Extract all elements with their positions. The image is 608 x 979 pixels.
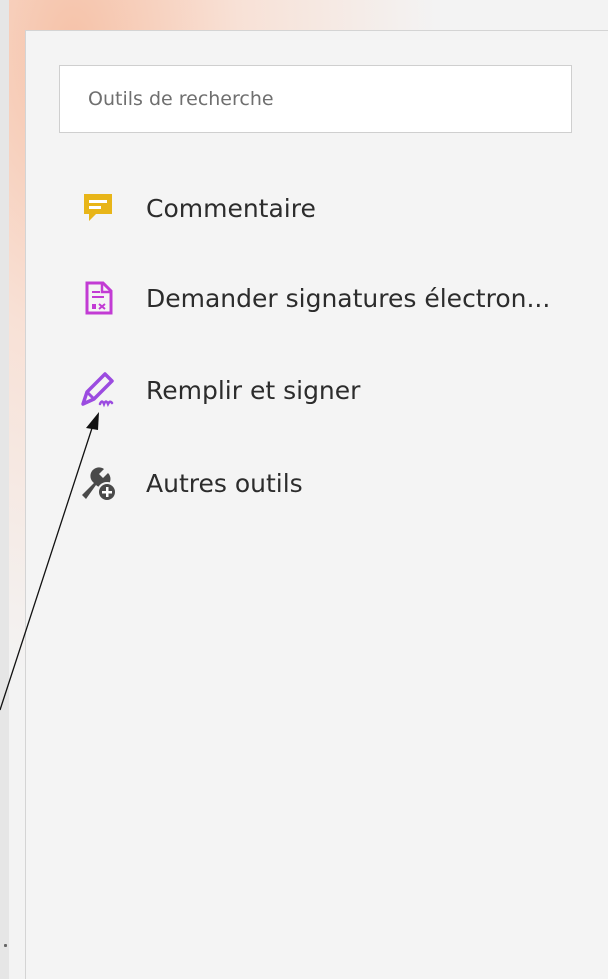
fill-sign-pen-icon	[76, 368, 120, 412]
tool-label: Demander signatures électron...	[146, 283, 551, 313]
tool-label: Autres outils	[146, 468, 303, 498]
comment-icon	[76, 186, 120, 230]
more-tools-icon	[76, 461, 120, 505]
tool-item-request-signatures[interactable]: Demander signatures électron...	[76, 270, 596, 326]
tool-item-comment[interactable]: Commentaire	[76, 180, 596, 236]
left-scroll-gutter[interactable]	[0, 0, 9, 979]
signature-request-icon	[76, 276, 120, 320]
collapse-handle-icon[interactable]	[4, 944, 7, 947]
tool-label: Commentaire	[146, 193, 316, 223]
search-tools-input[interactable]	[59, 65, 572, 133]
tools-pane: Commentaire Demander signatures électron…	[25, 30, 608, 979]
tool-item-more-tools[interactable]: Autres outils	[76, 455, 596, 511]
tool-item-fill-and-sign[interactable]: Remplir et signer	[76, 362, 596, 418]
tool-label: Remplir et signer	[146, 375, 361, 405]
